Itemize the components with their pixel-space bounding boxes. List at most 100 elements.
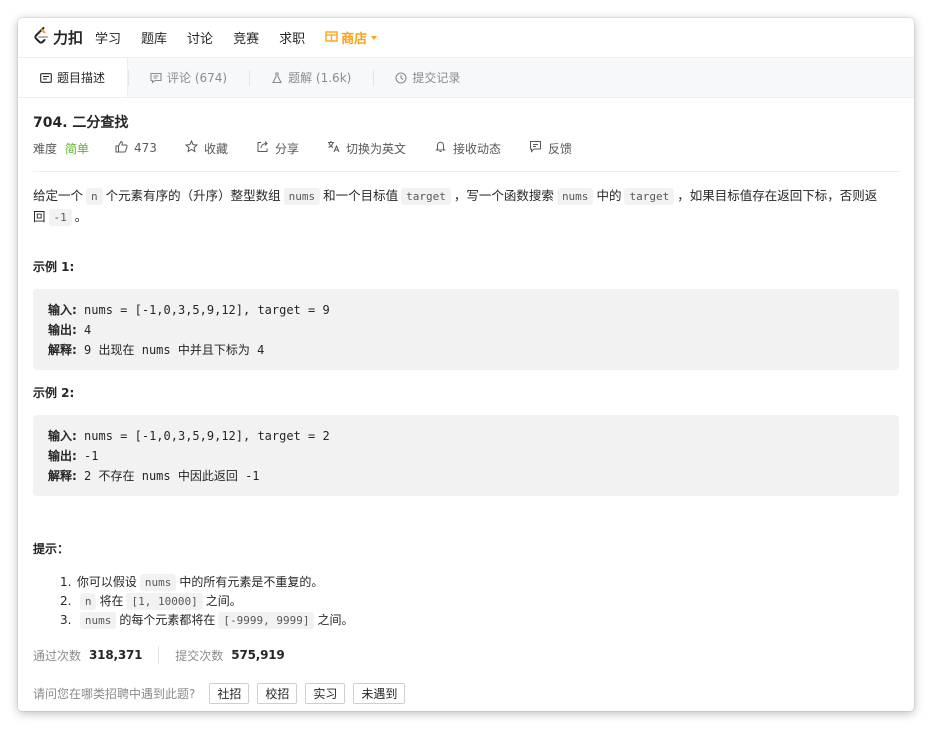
notify-button[interactable]: 接收动态 [434, 140, 501, 157]
desc-text: 中的 [596, 188, 622, 203]
survey-question: 请问您在哪类招聘中遇到此题? [33, 687, 196, 701]
app-window: 力扣 学习 题库 讨论 竞赛 求职 商店 题目描述 评论 (674) 题解 (1… [18, 18, 914, 711]
share-icon [256, 140, 275, 156]
hint-text: 将在 [99, 594, 124, 608]
input-label: 输入: [48, 303, 77, 317]
inline-code: n [79, 593, 97, 610]
problem-description: 给定一个 n 个元素有序的（升序）整型数组 nums 和一个目标值 target ，写一个函… [33, 186, 899, 228]
switch-language-label: 切换为英文 [345, 141, 406, 156]
tab-solutions[interactable]: 题解 (1.6k) [249, 58, 373, 97]
chevron-down-icon [371, 35, 378, 40]
nav-store[interactable]: 商店 [325, 28, 378, 47]
problem-tabs: 题目描述 评论 (674) 题解 (1.6k) 提交记录 [18, 58, 914, 98]
list-item: 3. nums 的每个元素都将在 [-9999, 9999] 之间。 [60, 611, 899, 630]
inline-code: target [624, 188, 675, 205]
accepted-label: 通过次数 [33, 648, 82, 663]
hint-text: 的每个元素都将在 [119, 613, 216, 627]
desc-text: 和一个目标值 [323, 188, 399, 203]
nav-jobs[interactable]: 求职 [279, 28, 305, 47]
nav-discuss[interactable]: 讨论 [187, 28, 213, 47]
nav-contest[interactable]: 竞赛 [233, 28, 259, 47]
hints-list: 1. 你可以假设 nums 中的所有元素是不重复的。 2. n 将在 [1, 10000… [33, 573, 899, 630]
divider [158, 646, 160, 664]
store-icon [325, 30, 341, 46]
clock-icon [395, 71, 407, 84]
nav-learn[interactable]: 学习 [95, 28, 121, 47]
example-2-block: 输入: nums = [-1,0,3,5,9,12], target = 2 输… [33, 415, 899, 496]
example-explanation: 2 不存在 nums 中因此返回 -1 [84, 469, 260, 483]
inline-code: n [86, 188, 103, 205]
difficulty-label: 难度 [33, 141, 58, 156]
list-item: 1. 你可以假设 nums 中的所有元素是不重复的。 [60, 573, 899, 592]
survey-option-social[interactable]: 社招 [209, 683, 250, 704]
input-label: 输入: [48, 429, 77, 443]
desc-text: ，写一个函数搜索 [453, 188, 554, 203]
example-2-title: 示例 2: [33, 386, 75, 400]
example-1-block: 输入: nums = [-1,0,3,5,9,12], target = 9 输… [33, 289, 899, 370]
desc-text: 。 [74, 209, 88, 224]
desc-text: 个元素有序的（升序）整型数组 [105, 188, 281, 203]
thumbs-up-icon [115, 140, 134, 156]
inline-code: [-9999, 9999] [218, 612, 315, 629]
store-label: 商店 [341, 32, 368, 47]
flask-icon [271, 71, 283, 84]
submitted-count: 575,919 [231, 648, 285, 662]
brand-name: 力扣 [53, 29, 84, 47]
feedback-label: 反馈 [548, 141, 573, 156]
survey-option-campus[interactable]: 校招 [257, 683, 298, 704]
hints-title: 提示： [33, 542, 70, 556]
share-button[interactable]: 分享 [256, 140, 299, 157]
feedback-icon [529, 140, 548, 156]
tab-submissions-label: 提交记录 [412, 71, 461, 85]
tab-solutions-label: 题解 (1.6k) [288, 71, 352, 85]
desc-text: 给定一个 [33, 188, 84, 203]
inline-code: target [401, 188, 451, 205]
favorite-label: 收藏 [203, 141, 228, 156]
nav-problems[interactable]: 题库 [141, 28, 167, 47]
output-label: 输出: [48, 449, 77, 463]
survey-option-never[interactable]: 未遇到 [353, 683, 406, 704]
tab-submissions[interactable]: 提交记录 [373, 58, 482, 97]
output-label: 输出: [48, 323, 77, 337]
problem-content: 704. 二分查找 难度 简单 473 收藏 分享 切换为英文 接收动态 反馈 … [18, 98, 914, 704]
list-number: 1. [60, 575, 72, 589]
tab-comments-label: 评论 (674) [167, 71, 228, 85]
translate-icon [327, 140, 346, 156]
switch-language-button[interactable]: 切换为英文 [327, 140, 406, 157]
accepted-count: 318,371 [89, 648, 143, 662]
recruitment-survey: 请问您在哪类招聘中遇到此题? 社招 校招 实习 未遇到 [33, 683, 899, 704]
share-label: 分享 [274, 141, 299, 156]
tab-description[interactable]: 题目描述 [18, 58, 129, 97]
example-output: -1 [84, 449, 99, 463]
list-item: 2. n 将在 [1, 10000] 之间。 [60, 592, 899, 611]
inline-code: [1, 10000] [126, 593, 203, 610]
explain-label: 解释: [48, 469, 77, 483]
explain-label: 解释: [48, 343, 77, 357]
top-nav: 力扣 学习 题库 讨论 竞赛 求职 商店 [18, 18, 914, 58]
comment-icon [150, 72, 162, 84]
problem-title: 704. 二分查找 [33, 115, 129, 131]
hint-text: 之间。 [205, 594, 242, 608]
favorite-button[interactable]: 收藏 [184, 139, 228, 157]
bell-icon [434, 140, 453, 156]
example-1-title: 示例 1: [33, 260, 75, 274]
problem-meta: 难度 简单 473 收藏 分享 切换为英文 接收动态 反馈 [33, 139, 899, 157]
like-button[interactable]: 473 [115, 140, 157, 156]
inline-code: nums [283, 188, 321, 205]
divider [33, 171, 899, 172]
inline-code: -1 [48, 209, 72, 226]
survey-option-intern[interactable]: 实习 [305, 683, 346, 704]
notify-label: 接收动态 [452, 141, 501, 156]
description-icon [40, 72, 52, 84]
example-input: nums = [-1,0,3,5,9,12], target = 9 [84, 303, 330, 317]
inline-code: nums [556, 188, 594, 205]
list-number: 3. [60, 613, 72, 627]
logo[interactable]: 力扣 [32, 26, 83, 50]
tab-description-label: 题目描述 [57, 71, 106, 85]
submission-stats: 通过次数 318,371 提交次数 575,919 [33, 646, 899, 664]
leetcode-logo-icon [32, 26, 50, 50]
hint-text: 你可以假设 [76, 575, 137, 589]
submitted-label: 提交次数 [175, 648, 224, 663]
feedback-button[interactable]: 反馈 [529, 140, 572, 157]
tab-comments[interactable]: 评论 (674) [128, 58, 249, 97]
